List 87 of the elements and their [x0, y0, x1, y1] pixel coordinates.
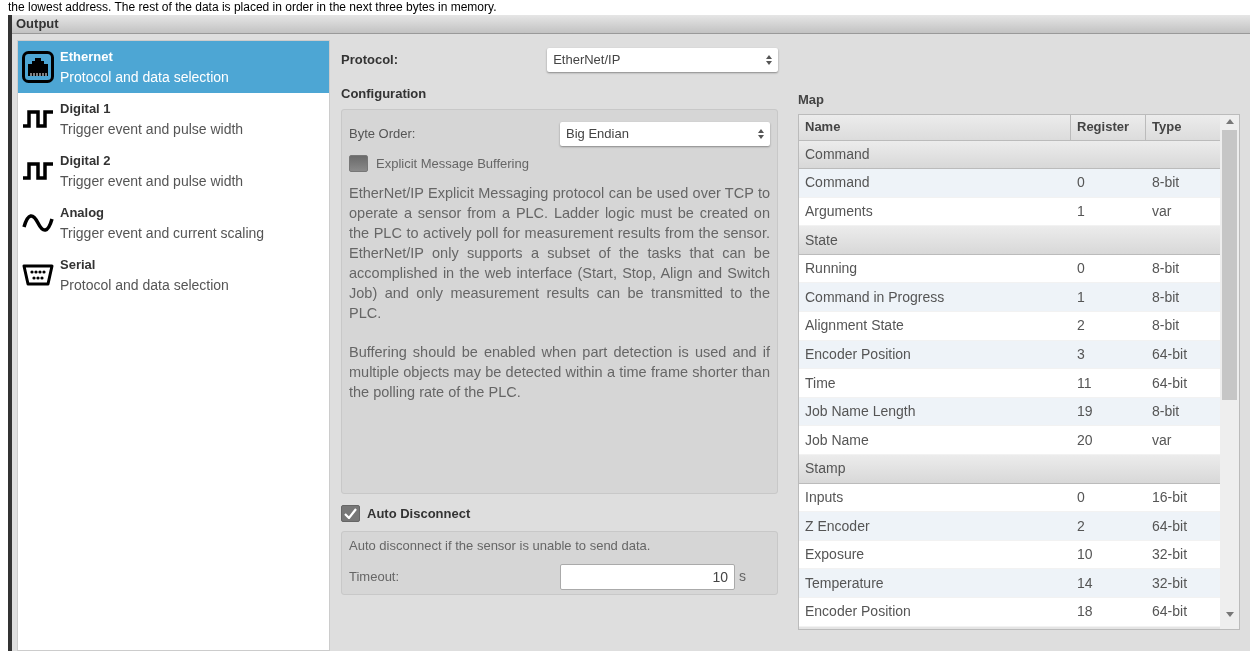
table-cell-text: 18: [1076, 602, 1094, 622]
table-cell-text: Inputs: [804, 487, 845, 507]
protocol-label: Protocol:: [341, 51, 400, 70]
document-text: the lowest address. The rest of the data is placed in order in the next three bytes in memory.: [8, 0, 497, 15]
ethernet-port-icon: [22, 51, 54, 83]
group-header: State: [799, 226, 1220, 255]
description-text: Auto disconnect if the sensor is unable to send data.: [349, 537, 652, 555]
checkbox[interactable]: [341, 504, 360, 522]
checkbox-label: Auto Disconnect: [367, 504, 471, 523]
square-wave-icon: [22, 160, 54, 182]
table-cell-text: Command: [804, 173, 871, 193]
scroll-up-icon[interactable]: [1225, 118, 1234, 124]
table-cell-text: Temperature: [804, 573, 885, 593]
table-cell-text: Time: [804, 373, 837, 393]
table-cell-text: 64-bit: [1151, 344, 1189, 364]
item-subtitle: Trigger event and pulse width: [60, 120, 244, 139]
item-title: Analog: [60, 204, 106, 222]
table-cell-text: 19: [1076, 402, 1094, 422]
table-cell-text: Alignment State: [804, 316, 905, 336]
table-cell-text: 32-bit: [1151, 545, 1189, 565]
checkbox[interactable]: [349, 154, 368, 172]
sine-wave-icon: [22, 211, 54, 235]
column-header[interactable]: Name: [799, 114, 1071, 140]
group-header: Stamp: [799, 455, 1220, 484]
checkbox-label: Explicit Message Buffering: [376, 154, 529, 173]
table-cell-text: Job Name: [804, 430, 870, 450]
item-title: Digital 1: [60, 100, 112, 118]
table-cell-text: 0: [1076, 487, 1086, 507]
group-header: Command: [799, 140, 1220, 170]
table-cell-text: Encoder Position: [804, 602, 912, 622]
table-cell-text: 8-bit: [1151, 287, 1181, 307]
table-cell-text: 32-bit: [1151, 573, 1189, 593]
item-subtitle: Trigger event and pulse width: [60, 172, 244, 191]
table-cell-text: 1: [1076, 202, 1086, 221]
item-title: Digital 2: [60, 152, 112, 170]
table-cell-text: Arguments: [804, 202, 874, 221]
table-cell-text: Encoder Position: [804, 344, 912, 364]
table-cell-text: var: [1151, 202, 1173, 221]
unit-label: s: [739, 567, 746, 586]
table-cell-text: 1: [1076, 287, 1086, 307]
item-subtitle: Protocol and data selection: [60, 68, 229, 87]
window-title: Output: [16, 15, 59, 34]
select-arrows-icon: [758, 128, 764, 139]
table-cell-text: 64-bit: [1151, 516, 1189, 536]
table-cell-text: 11: [1076, 373, 1093, 393]
table-cell-text: 2: [1076, 316, 1086, 336]
column-header[interactable]: Register: [1071, 114, 1146, 140]
timeout-label: Timeout:: [349, 567, 401, 586]
byte-order-label: Byte Order:: [349, 124, 417, 143]
section-title: Configuration: [341, 85, 428, 103]
item-subtitle: Protocol and data selection: [60, 276, 229, 295]
scroll-down-icon[interactable]: [1225, 611, 1234, 617]
table-cell-text: 14: [1076, 573, 1094, 593]
table-cell-text: 0: [1076, 173, 1086, 193]
table-cell-text: 64-bit: [1151, 602, 1189, 622]
description-paragraph: Buffering should be enabled when part detection is used and if multiple objects may be detected within a time frame shorter than the polling rate of the PLC.: [349, 343, 770, 402]
description-paragraph: EtherNet/IP Explicit Messaging protocol can be used over TCP to operate a sensor from a PLC. Ladder logic must be created on the PLC to actively poll for measurement results from the sensor. EtherNet/IP only supports a subset of the tasks that can be accomplished in the web interface (Start, Stop, Align and Switch Job) and only measurement results can be transmitted to the PLC.: [349, 184, 770, 323]
table-cell-text: 0: [1076, 259, 1086, 279]
table-cell-text: 16-bit: [1151, 487, 1189, 507]
table-cell-text: Running: [804, 259, 859, 279]
item-title: Ethernet: [60, 48, 114, 66]
serial-port-icon: [22, 263, 54, 287]
scrollbar-thumb[interactable]: [1222, 129, 1237, 400]
item-subtitle: Trigger event and current scaling: [60, 224, 265, 243]
timeout-field[interactable]: 10: [560, 563, 735, 590]
table-cell-text: var: [1151, 430, 1173, 450]
table-cell-text: Exposure: [804, 545, 866, 565]
section-title: Map: [798, 91, 825, 109]
square-wave-icon: [22, 108, 54, 130]
table-cell-text: 2: [1076, 516, 1086, 536]
table-cell-text: 64-bit: [1151, 373, 1189, 393]
table-cell-text: 8-bit: [1151, 259, 1181, 279]
table-cell-text: 20: [1076, 430, 1094, 450]
column-header[interactable]: Type: [1146, 114, 1220, 140]
byte-order-select[interactable]: Big Endian: [560, 121, 770, 146]
table-cell-text: Job Name Length: [804, 402, 917, 422]
scrollbar[interactable]: [1220, 114, 1239, 629]
table-cell-text: Command in Progress: [804, 287, 946, 307]
table-cell-text: 10: [1076, 545, 1094, 565]
table-cell-text: 8-bit: [1151, 316, 1181, 336]
item-title: Serial: [60, 256, 97, 274]
protocol-select[interactable]: EtherNet/IP: [547, 48, 778, 72]
table-cell-text: 8-bit: [1151, 402, 1181, 422]
select-arrows-icon: [766, 55, 772, 65]
table-cell-text: Z Encoder: [804, 516, 871, 536]
table-cell-text: 3: [1076, 344, 1086, 364]
table-cell-text: 8-bit: [1151, 173, 1181, 193]
